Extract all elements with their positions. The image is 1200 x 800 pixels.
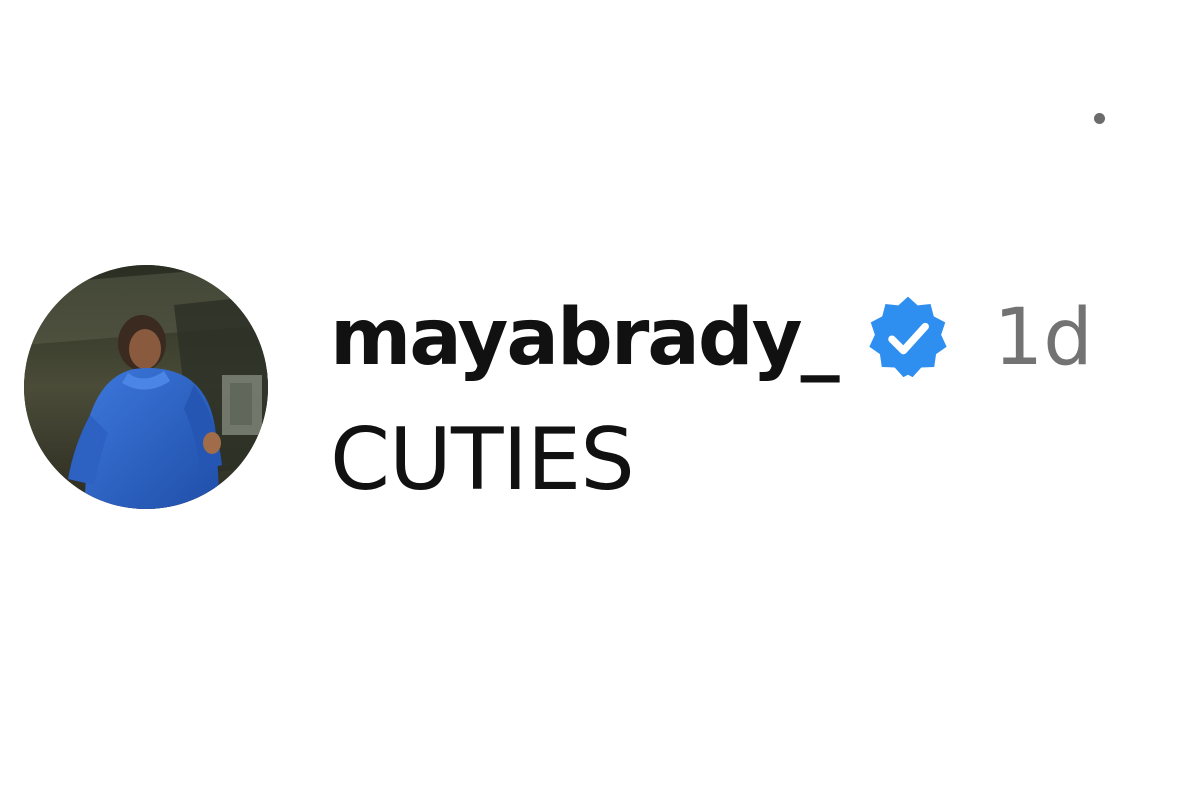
comment-header: mayabrady_ 1d: [330, 283, 1200, 393]
timestamp[interactable]: 1d: [994, 299, 1093, 377]
comment: mayabrady_ 1d CUTIES: [330, 283, 1200, 523]
avatar[interactable]: [24, 265, 268, 509]
comment-screenshot: mayabrady_ 1d CUTIES: [0, 0, 1200, 800]
dot-indicator: [1094, 113, 1105, 124]
comment-text: CUTIES: [330, 410, 635, 510]
username-link[interactable]: mayabrady_: [330, 299, 840, 377]
avatar-photo: [24, 265, 268, 509]
verified-badge-icon: [862, 292, 954, 384]
